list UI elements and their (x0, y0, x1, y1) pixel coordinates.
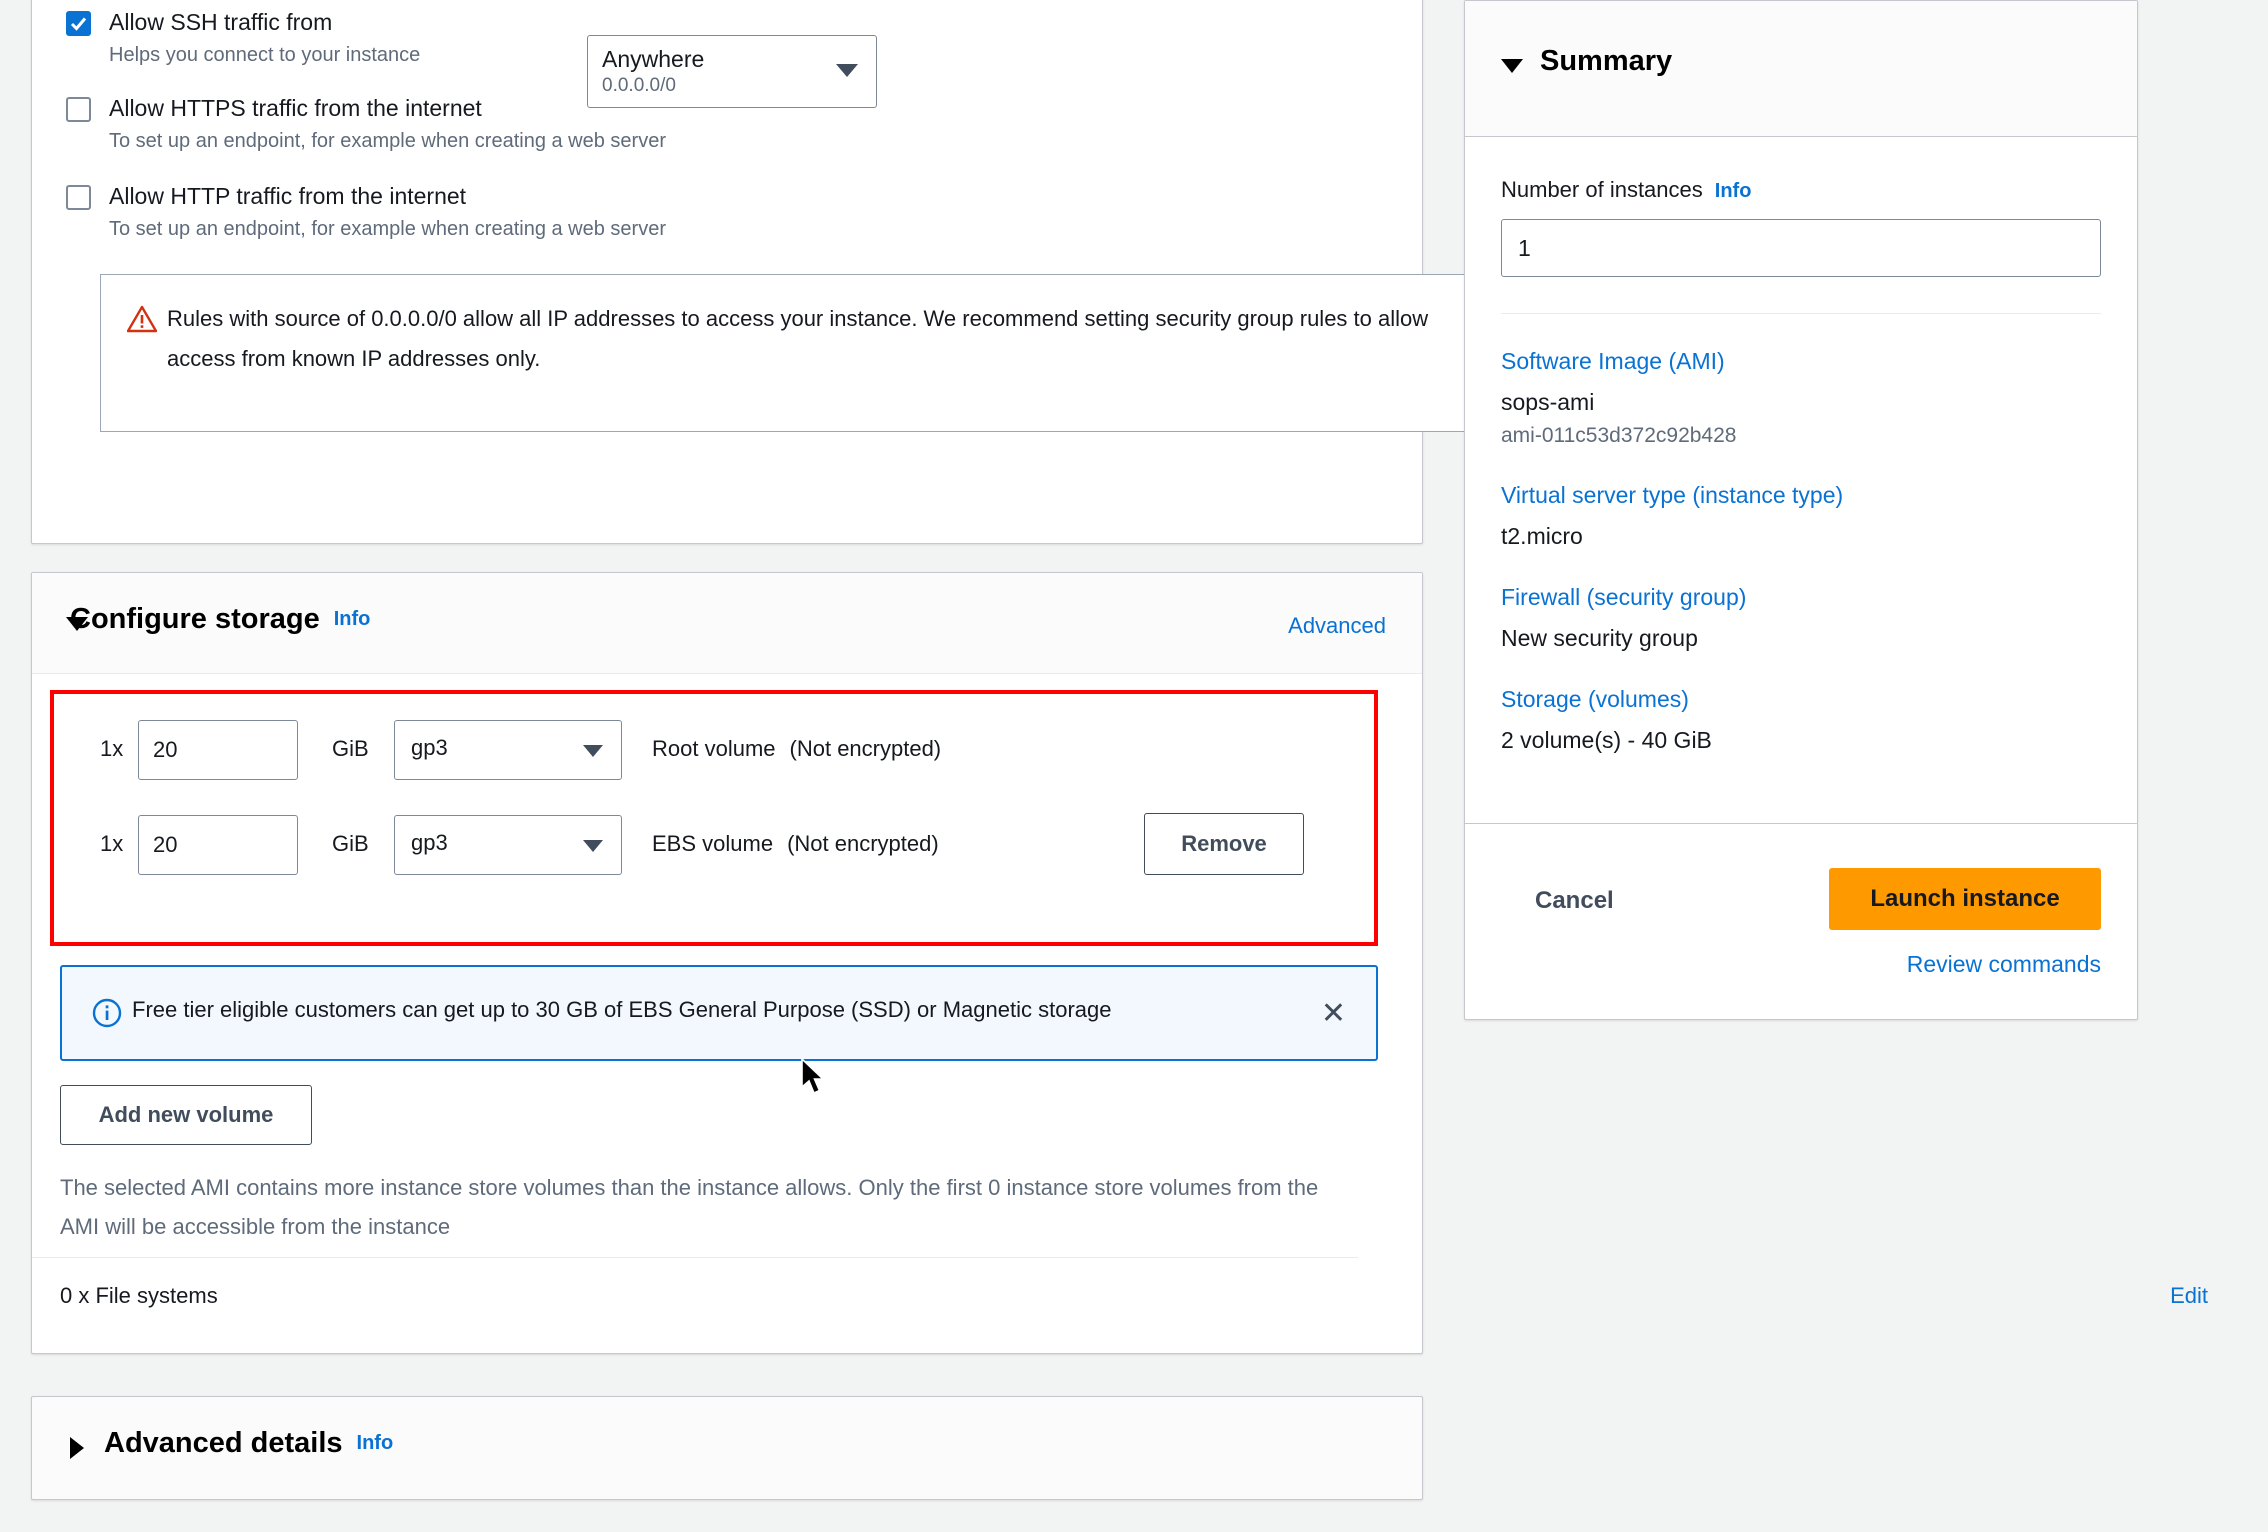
volume-description: EBS volume (Not encrypted) (652, 831, 939, 857)
open-cidr-warning-alert: Rules with source of 0.0.0.0/0 allow all… (100, 274, 1516, 432)
info-circle-icon (92, 998, 122, 1033)
rule-row-http: Allow HTTP traffic from the internet To … (66, 181, 1388, 251)
summary-item-storage: Storage (volumes) 2 volume(s) - 40 GiB (1501, 686, 2101, 754)
firewall-value: New security group (1501, 625, 1698, 651)
volume-type-value: gp3 (411, 735, 448, 760)
allow-http-description: To set up an endpoint, for example when … (109, 218, 666, 240)
summary-panel: Summary Number of instances Info Software… (1464, 0, 2138, 1020)
summary-actions: Cancel Launch instance Review commands (1465, 823, 2137, 1019)
volume-name: Root volume (652, 736, 776, 761)
configure-storage-header: Configure storage Info Advanced (32, 573, 1422, 674)
allow-http-checkbox[interactable] (66, 185, 91, 210)
add-new-volume-button[interactable]: Add new volume (60, 1085, 312, 1145)
volume-name: EBS volume (652, 831, 774, 856)
volume-description: Root volume (Not encrypted) (652, 736, 941, 762)
allow-https-label: Allow HTTPS traffic from the internet (109, 95, 482, 121)
storage-link[interactable]: Storage (volumes) (1501, 686, 2101, 713)
free-tier-message: Free tier eligible customers can get up … (132, 997, 1112, 1022)
advanced-details-card[interactable]: Advanced details Info (31, 1396, 1423, 1500)
remove-volume-button[interactable]: Remove (1144, 813, 1304, 875)
cancel-button[interactable]: Cancel (1529, 886, 1620, 916)
volume-type-dropdown[interactable]: gp3 (394, 815, 622, 875)
firewall-link[interactable]: Firewall (security group) (1501, 584, 2101, 611)
rule-row-ssh: Allow SSH traffic from Helps you connect… (66, 7, 1388, 108)
file-systems-count-label: 0 x File systems (60, 1283, 218, 1308)
volume-size-input[interactable] (138, 720, 298, 780)
security-group-rules-list: Allow SSH traffic from Helps you connect… (32, 0, 1422, 251)
chevron-down-icon (836, 64, 858, 77)
launch-instance-button[interactable]: Launch instance (1829, 868, 2101, 930)
rule-row-https: Allow HTTPS traffic from the internet To… (66, 93, 1388, 181)
volume-unit-label: GiB (332, 831, 369, 856)
volume-encryption-state: (Not encrypted) (787, 831, 939, 856)
close-icon[interactable]: ✕ (1321, 999, 1346, 1029)
ec2-launch-instance-page: Allow SSH traffic from Helps you connect… (0, 0, 2268, 1532)
volume-type-value: gp3 (411, 830, 448, 855)
configure-storage-title: Configure storage (70, 603, 320, 635)
volume-row-root: 1x GiB gp3 Root volume (Not encrypted) (32, 720, 1422, 780)
file-systems-edit-link[interactable]: Edit (2170, 1283, 2208, 1309)
number-of-instances-label: Number of instances (1501, 177, 1703, 202)
software-image-link[interactable]: Software Image (AMI) (1501, 348, 2101, 375)
volume-multiplier: 1x (100, 736, 124, 761)
summary-item-firewall: Firewall (security group) New security g… (1501, 584, 2101, 652)
ssh-source-value: Anywhere (602, 46, 705, 72)
page-title: Configure storage Info (70, 603, 370, 636)
allow-https-checkbox[interactable] (66, 97, 91, 122)
summary-item-ami: Software Image (AMI) sops-ami ami-011c53… (1501, 348, 2101, 448)
info-link[interactable]: Info (357, 1432, 394, 1454)
volume-size-input[interactable] (138, 815, 298, 875)
software-image-value: sops-ami (1501, 389, 1595, 415)
allow-ssh-label: Allow SSH traffic from (109, 9, 333, 35)
allow-http-label: Allow HTTP traffic from the internet (109, 183, 467, 209)
volume-multiplier: 1x (100, 831, 124, 856)
advanced-toggle-link[interactable]: Advanced (1288, 613, 1386, 639)
instance-type-value: t2.micro (1501, 523, 1583, 549)
summary-header: Summary (1465, 1, 2137, 137)
chevron-down-icon (583, 745, 603, 757)
volume-encryption-state: (Not encrypted) (789, 736, 942, 761)
allow-https-description: To set up an endpoint, for example when … (109, 130, 666, 152)
ami-instance-store-note: The selected AMI contains more instance … (60, 1175, 1319, 1239)
summary-item-instance-type: Virtual server type (instance type) t2.m… (1501, 482, 2101, 550)
info-link[interactable]: Info (334, 608, 371, 630)
free-tier-info-alert: Free tier eligible customers can get up … (60, 965, 1378, 1061)
network-settings-card: Allow SSH traffic from Helps you connect… (31, 0, 1516, 544)
warning-triangle-icon (126, 305, 158, 338)
number-of-instances-input[interactable] (1501, 219, 2101, 277)
allow-ssh-checkbox[interactable] (66, 11, 91, 36)
storage-value: 2 volume(s) - 40 GiB (1501, 727, 1712, 753)
info-link[interactable]: Info (1715, 180, 1752, 202)
review-commands-link[interactable]: Review commands (1907, 951, 2101, 978)
number-of-instances-field: Number of instances Info (1501, 177, 2101, 277)
summary-title: Summary (1540, 45, 1673, 77)
divider (32, 1257, 1358, 1258)
software-image-id: ami-011c53d372c92b428 (1501, 424, 1737, 447)
volume-unit-label: GiB (332, 736, 369, 761)
advanced-details-header: Advanced details Info (104, 1427, 393, 1460)
volume-row-ebs: 1x GiB gp3 EBS volume (Not encrypted) Rem… (32, 813, 1422, 875)
chevron-right-icon[interactable] (70, 1437, 84, 1459)
chevron-down-icon[interactable] (1501, 59, 1523, 73)
warning-message: Rules with source of 0.0.0.0/0 allow all… (167, 306, 1429, 371)
volume-type-dropdown[interactable]: gp3 (394, 720, 622, 780)
divider (1501, 313, 2101, 314)
instance-type-link[interactable]: Virtual server type (instance type) (1501, 482, 2101, 509)
advanced-details-title: Advanced details (104, 1427, 343, 1459)
chevron-down-icon (583, 840, 603, 852)
summary-body: Number of instances Info Software Image (… (1465, 137, 2137, 754)
